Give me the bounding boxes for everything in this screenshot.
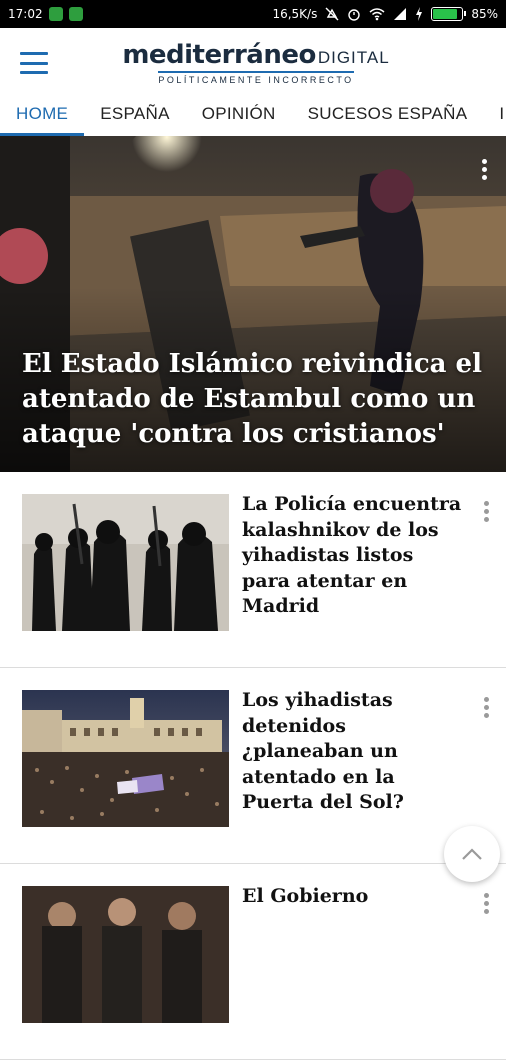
hero-title: El Estado Islámico reivindica el atentad… xyxy=(22,349,482,449)
mute-icon xyxy=(325,7,339,21)
battery-percent: 85% xyxy=(471,7,498,21)
signal-icon xyxy=(394,8,407,20)
list-item[interactable]: La Policía encuentra kalashnikov de los … xyxy=(0,472,506,668)
battery-icon xyxy=(431,7,467,21)
network-speed: 16,5K/s xyxy=(272,7,318,21)
status-time: 17:02 xyxy=(8,7,43,21)
alarm-icon xyxy=(348,9,361,21)
list-item[interactable]: Los yihadistas detenidos ¿planeaban un a… xyxy=(0,668,506,864)
tab-overflow[interactable]: I xyxy=(483,96,506,136)
app-header: mediterráneo DIGITAL POLÍTICAMENTE INCOR… xyxy=(0,28,506,96)
article-thumbnail xyxy=(22,886,229,1023)
article-more-options-icon[interactable] xyxy=(476,496,496,526)
list-item[interactable]: El Gobierno xyxy=(0,864,506,1060)
tab-sucesos-espana[interactable]: SUCESOS ESPAÑA xyxy=(292,96,484,136)
article-thumbnail xyxy=(22,690,229,827)
notification-icon xyxy=(48,7,63,21)
chevron-up-icon xyxy=(462,848,482,860)
logo-tagline: POLÍTICAMENTE INCORRECTO xyxy=(158,71,354,85)
tab-espana[interactable]: ESPAÑA xyxy=(84,96,186,136)
category-tabs: HOME ESPAÑA OPINIÓN SUCESOS ESPAÑA I xyxy=(0,96,506,136)
hero-article[interactable]: El Estado Islámico reivindica el atentad… xyxy=(0,136,506,472)
status-bar: 17:02 16,5K/s 85% xyxy=(0,0,506,28)
article-headline: El Gobierno xyxy=(242,885,369,907)
tab-opinion[interactable]: OPINIÓN xyxy=(186,96,292,136)
whatsapp-icon xyxy=(68,7,83,21)
logo-digital-text: DIGITAL xyxy=(317,48,390,67)
article-thumbnail xyxy=(22,494,229,631)
hero-more-options-icon[interactable] xyxy=(474,154,494,184)
tab-home[interactable]: HOME xyxy=(0,96,85,136)
charging-icon xyxy=(416,7,423,21)
article-more-options-icon[interactable] xyxy=(476,888,496,918)
scroll-to-top-button[interactable] xyxy=(444,826,500,882)
article-more-options-icon[interactable] xyxy=(476,692,496,722)
article-headline: Los yihadistas detenidos ¿planeaban un a… xyxy=(242,689,404,813)
site-logo[interactable]: mediterráneo DIGITAL POLÍTICAMENTE INCOR… xyxy=(122,40,388,88)
article-headline: La Policía encuentra kalashnikov de los … xyxy=(242,493,462,617)
article-list: La Policía encuentra kalashnikov de los … xyxy=(0,472,506,1060)
logo-wordmark: mediterráneo DIGITAL xyxy=(122,40,388,70)
wifi-icon xyxy=(369,8,385,21)
hamburger-menu-icon[interactable] xyxy=(20,52,48,74)
logo-main-text: mediterráneo xyxy=(122,40,316,70)
